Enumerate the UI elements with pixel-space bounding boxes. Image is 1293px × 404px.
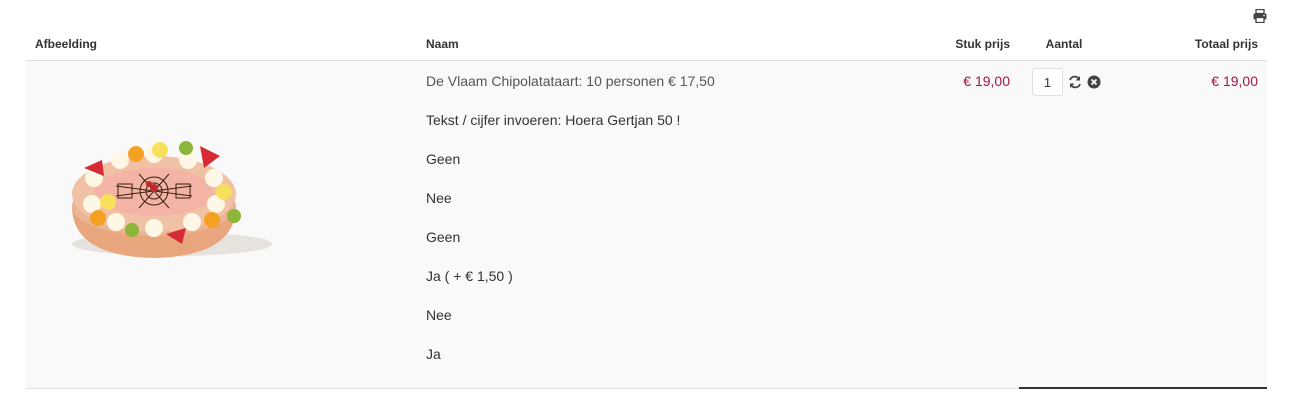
product-option-4: Ja ( + € 1,50 ) bbox=[426, 268, 513, 284]
quantity-input[interactable] bbox=[1032, 68, 1063, 96]
cart-table: Afbeelding Naam Stuk prijs Aantal Totaal… bbox=[26, 27, 1267, 389]
product-title-link[interactable]: De Vlaam Chipolatataart: 10 personen € 1… bbox=[426, 73, 908, 89]
refresh-icon[interactable] bbox=[1068, 75, 1082, 89]
header-image: Afbeelding bbox=[26, 27, 417, 61]
quantity-controls bbox=[1032, 68, 1101, 96]
quantity-cell bbox=[1019, 60, 1109, 389]
product-option-6: Ja bbox=[426, 346, 441, 362]
product-option-text: Tekst / cijfer invoeren: Hoera Gertjan 5… bbox=[426, 112, 681, 128]
remove-icon[interactable] bbox=[1087, 75, 1101, 89]
table-row: De Vlaam Chipolatataart: 10 personen € 1… bbox=[26, 60, 1267, 389]
header-unit-price: Stuk prijs bbox=[917, 27, 1019, 61]
product-option-3: Geen bbox=[426, 229, 461, 245]
header-name: Naam bbox=[417, 27, 917, 61]
totals-divider bbox=[1019, 387, 1267, 389]
unit-price: € 19,00 bbox=[963, 73, 1010, 89]
product-option-1: Geen bbox=[426, 151, 461, 167]
product-image[interactable] bbox=[26, 61, 416, 389]
header-quantity: Aantal bbox=[1019, 27, 1109, 61]
header-total-price: Totaal prijs bbox=[1109, 27, 1267, 61]
product-details-cell: De Vlaam Chipolatataart: 10 personen € 1… bbox=[417, 60, 917, 389]
product-option-5: Nee bbox=[426, 307, 452, 323]
product-image-cell bbox=[26, 60, 417, 389]
product-option-2: Nee bbox=[426, 190, 452, 206]
unit-price-cell: € 19,00 bbox=[917, 60, 1019, 389]
print-icon[interactable] bbox=[1253, 8, 1267, 24]
total-price-cell: € 19,00 bbox=[1109, 60, 1267, 389]
table-header-row: Afbeelding Naam Stuk prijs Aantal Totaal… bbox=[26, 27, 1267, 61]
total-price: € 19,00 bbox=[1211, 73, 1258, 89]
cake-image bbox=[72, 141, 272, 258]
